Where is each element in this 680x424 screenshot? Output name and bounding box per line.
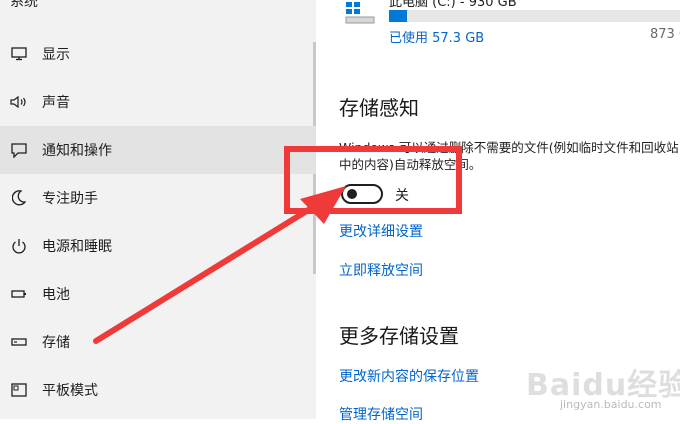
annotation-arrow: [93, 186, 346, 344]
watermark-url: jingyan.baidu.com: [560, 398, 662, 411]
